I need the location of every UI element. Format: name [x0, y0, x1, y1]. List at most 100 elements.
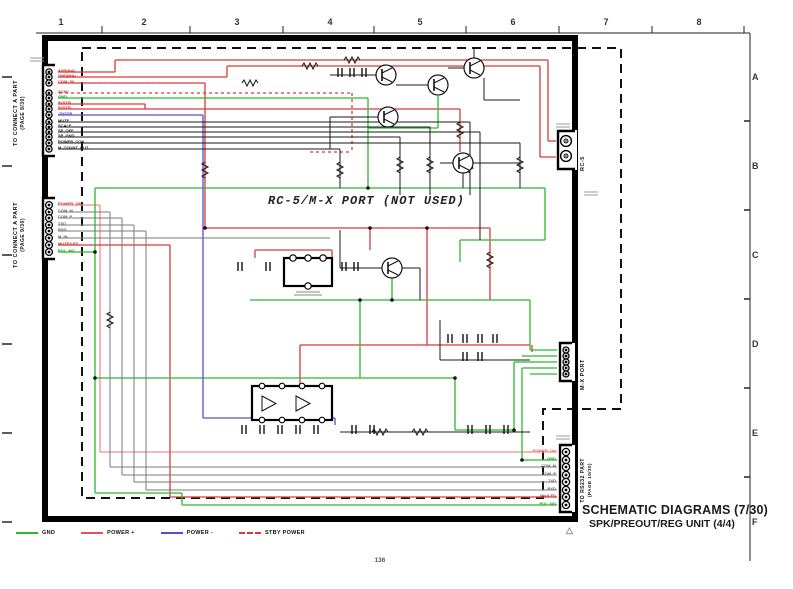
ic-pin: [259, 417, 265, 423]
rs232-connector-pin: [565, 466, 568, 469]
mx-port-connector-pin: [565, 355, 568, 358]
connector-a-part-pin: [48, 136, 51, 139]
connector-a-part-2-pin: [48, 251, 51, 254]
junction-dot: [453, 376, 457, 380]
connector-a-part-2-pin: [48, 204, 51, 207]
transistor-icon: [382, 258, 402, 278]
power-plus-line-swatch: [81, 532, 103, 534]
junction-dot: [358, 298, 362, 302]
connector-a-part-pin: [48, 82, 51, 85]
transistor-icon: [378, 107, 398, 127]
pin-label: POWER_ON: [516, 449, 556, 453]
ic-pin: [290, 255, 296, 261]
rs232-connector-pin: [565, 451, 568, 454]
pin-label: M_COUNT_OUT: [58, 146, 88, 150]
connector-a-part-pin: [48, 103, 51, 106]
transistor-icon: [453, 153, 473, 173]
junction-dot: [203, 226, 207, 230]
pin-label: TXD: [516, 479, 556, 483]
junction-dot: [366, 186, 370, 190]
regulator-ic: [284, 258, 332, 286]
legend-label: GND: [42, 530, 55, 536]
warning-triangle-icon: △: [566, 525, 573, 536]
pin-label: SP_GND: [58, 134, 74, 138]
pin-label: COM_M: [58, 209, 73, 213]
legend-item-stby-power: STBY POWER: [239, 530, 305, 536]
junction-dot: [368, 226, 372, 230]
junction-dot: [390, 298, 394, 302]
pin-label: POL_NG: [516, 502, 556, 506]
pin-label: POWER_ON: [58, 202, 81, 206]
connector-a-part-2-pin: [48, 224, 51, 227]
pin-label: POL_NG: [58, 249, 74, 253]
ic-pin: [259, 383, 265, 389]
resistor-icon: [242, 80, 258, 86]
pin-label: POWER_CON: [58, 140, 84, 144]
pin-label: TXD: [58, 222, 66, 226]
mx-port-connector-pin: [565, 373, 568, 376]
rs232-connector-pin: [565, 474, 568, 477]
pin-label: GND(MA): [58, 74, 76, 78]
transistor-icon: [376, 65, 396, 85]
legend-label: POWER +: [107, 530, 135, 536]
connector-a-part-2-pin: [48, 230, 51, 233]
connector-a-part-2-title: TO CONNECT A PART (PAGE 9/30): [13, 196, 26, 274]
stby-power-line-swatch: [239, 532, 261, 534]
pin-label: COM_P: [58, 215, 72, 219]
connector-a-part-pin: [48, 92, 51, 95]
ic-pin: [279, 383, 285, 389]
pin-label: GND: [58, 95, 67, 99]
connector-page-ref: (PAGE 8/30): [20, 96, 26, 130]
connector-a-part-pin: [48, 108, 51, 111]
pin-label: M_IN: [58, 235, 68, 239]
connector-title-text: TO RS232 PART: [580, 458, 586, 503]
rs232-connector-pin: [565, 481, 568, 484]
ic-pin: [299, 383, 305, 389]
pin-label: MUTE/LED: [58, 242, 78, 246]
rc5-port-label: RC-5: [580, 135, 586, 171]
pin-label: -5VSTB: [58, 112, 72, 116]
connector-a-part-pin: [48, 148, 51, 151]
pin-label: COM_5V: [58, 80, 74, 84]
pin-label: GND: [516, 457, 556, 461]
connector-a-part-pin: [48, 76, 51, 79]
connector-a-part-title: TO CONNECT A PART (PAGE 8/30): [13, 64, 26, 162]
opamp-ic: [252, 386, 332, 420]
pin-label: 5VSTB: [58, 106, 71, 110]
legend-item-gnd: GND: [16, 530, 55, 536]
power-minus-line-swatch: [161, 532, 183, 534]
pin-label: RXD: [516, 487, 556, 491]
legend-item-power-plus: POWER +: [81, 530, 135, 536]
legend-label: STBY POWER: [265, 530, 305, 536]
page-number: 136: [360, 557, 400, 564]
connector-page-ref: (PAGE 9/30): [20, 218, 26, 252]
pin-label: COM_P: [516, 472, 556, 476]
schematic-canvas: [0, 0, 793, 589]
title-block: SCHEMATIC DIAGRAMS (7/30) SPK/PREOUT/REG…: [582, 503, 790, 530]
connector-title-text: TO CONNECT A PART: [13, 202, 19, 268]
not-used-note: RC-5/M-X PORT (NOT USED): [268, 194, 465, 208]
gnd-line-swatch: [16, 532, 38, 534]
ic-pin: [299, 417, 305, 423]
ic-pin: [320, 255, 326, 261]
schematic-page: 1 2 3 4 5 6 7 8 A B C D E F TO CONNECT A…: [0, 0, 793, 589]
junction-dot: [93, 376, 97, 380]
mx-port-connector-pin: [565, 349, 568, 352]
connector-a-part-pin: [48, 131, 51, 134]
pin-label: Mic/LED: [516, 494, 556, 498]
rc5-jack-pin: [565, 155, 567, 157]
rc5-jack-pin: [565, 140, 567, 142]
ic-pin: [305, 283, 311, 289]
mx-port-connector-pin: [565, 361, 568, 364]
rs232-connector-pin: [565, 496, 568, 499]
transistor-icon: [464, 58, 484, 78]
pin-label: COM_M: [516, 464, 556, 468]
connector-page-ref: (PAGE 10/30): [587, 463, 592, 497]
wire-color-legend: GND POWER + POWER - STBY POWER: [16, 530, 305, 536]
ic-pin: [319, 417, 325, 423]
rs232-connector-pin: [565, 459, 568, 462]
junction-dot: [93, 250, 97, 254]
connector-title-text: TO CONNECT A PART: [13, 80, 19, 146]
ic-pin: [279, 417, 285, 423]
pin-label: RXD: [58, 228, 66, 232]
